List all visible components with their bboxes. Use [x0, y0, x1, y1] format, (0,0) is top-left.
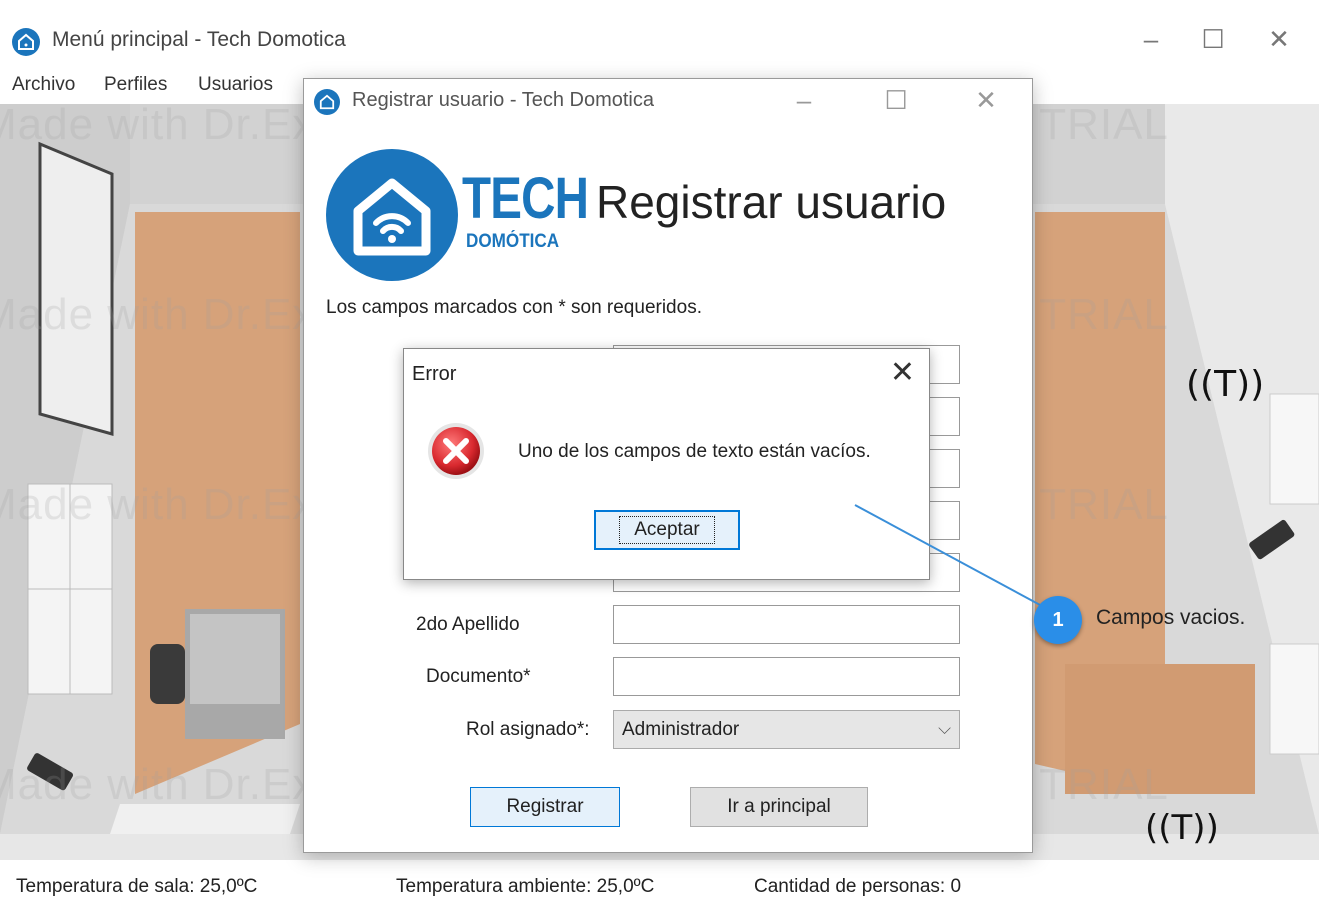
role-selected-value: Administrador: [622, 719, 740, 740]
ambient-temperature: Temperatura ambiente: 25,0ºC: [396, 876, 655, 897]
accept-button[interactable]: Aceptar: [594, 510, 740, 550]
logo-wordmark: TECH: [462, 166, 589, 231]
callout-label: Campos vacios.: [1096, 606, 1246, 629]
people-count: Cantidad de personas: 0: [754, 876, 962, 897]
register-dialog-titlebar: Registrar usuario - Tech Domotica – ☐ ✕: [304, 79, 1032, 123]
menu-archivo[interactable]: Archivo: [12, 74, 75, 96]
app-logo-icon: [314, 89, 340, 115]
tech-domotica-logo-icon: [326, 149, 458, 281]
svg-text:((T)): ((T)): [1145, 808, 1219, 848]
app-logo-icon: [12, 28, 40, 56]
second-surname-field[interactable]: [613, 605, 960, 644]
second-surname-label: 2do Apellido: [416, 614, 520, 635]
page-title: Registrar usuario: [596, 176, 947, 228]
error-message: Uno de los campos de texto están vacíos.: [518, 441, 871, 462]
status-bar: Temperatura de sala: 25,0ºC Temperatura …: [0, 862, 1319, 910]
close-icon[interactable]: ✕: [890, 355, 915, 390]
close-icon[interactable]: ✕: [1256, 24, 1302, 55]
document-field[interactable]: [613, 657, 960, 696]
document-label: Documento*: [426, 666, 531, 687]
logo-subtitle: DOMÓTICA: [466, 231, 560, 252]
error-dialog: Error ✕ Uno de los campos de texto están…: [403, 348, 930, 580]
maximize-icon[interactable]: ☐: [1190, 24, 1236, 55]
main-window-title: Menú principal - Tech Domotica: [52, 28, 346, 51]
close-icon[interactable]: ✕: [966, 85, 1006, 116]
chevron-down-icon: ⌵: [938, 719, 951, 738]
register-dialog-title: Registrar usuario - Tech Domotica: [352, 89, 654, 111]
accept-button-label: Aceptar: [619, 516, 715, 544]
required-fields-note: Los campos marcados con * son requeridos…: [326, 297, 702, 318]
error-icon: [426, 421, 486, 481]
main-window-titlebar: Menú principal - Tech Domotica – ☐ ✕: [0, 0, 1319, 70]
minimize-icon[interactable]: –: [784, 85, 824, 116]
menu-perfiles[interactable]: Perfiles: [104, 74, 167, 96]
register-button[interactable]: Registrar: [470, 787, 620, 827]
role-select[interactable]: Administrador ⌵: [613, 710, 960, 749]
svg-text:((T)): ((T)): [1186, 364, 1264, 405]
callout-number-badge: 1: [1034, 596, 1082, 644]
minimize-icon[interactable]: –: [1128, 24, 1174, 55]
role-label: Rol asignado*:: [466, 719, 590, 740]
room-temperature: Temperatura de sala: 25,0ºC: [16, 876, 258, 897]
menu-usuarios[interactable]: Usuarios: [198, 74, 273, 96]
error-dialog-title: Error: [412, 363, 457, 385]
go-main-button[interactable]: Ir a principal: [690, 787, 868, 827]
maximize-icon[interactable]: ☐: [876, 85, 916, 116]
